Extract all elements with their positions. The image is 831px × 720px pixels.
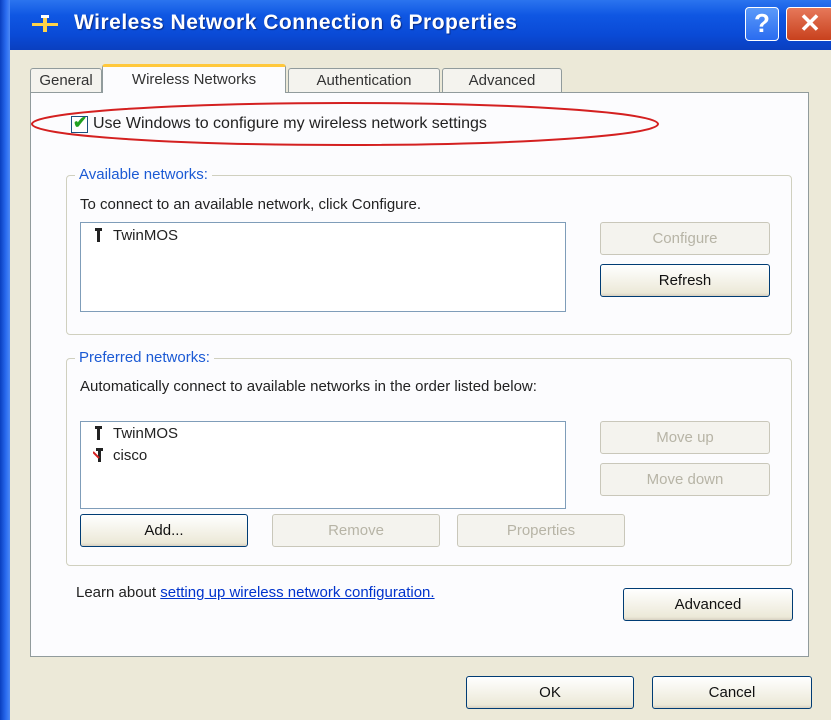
available-networks-title: Available networks: bbox=[75, 166, 212, 183]
learn-about-text: Learn about setting up wireless network … bbox=[76, 583, 496, 602]
check-mark-icon: ✔ bbox=[73, 113, 88, 132]
preferred-networks-title: Preferred networks: bbox=[75, 349, 214, 366]
cancel-button[interactable]: Cancel bbox=[652, 676, 812, 709]
refresh-button[interactable]: Refresh bbox=[600, 264, 770, 297]
window-title: Wireless Network Connection 6 Properties bbox=[74, 11, 518, 34]
network-connection-icon bbox=[32, 15, 58, 32]
setup-help-link[interactable]: setting up wireless network configuratio… bbox=[160, 584, 434, 601]
learn-about-prefix: Learn about bbox=[76, 584, 161, 601]
properties-dialog: Wireless Network Connection 6 Properties… bbox=[0, 0, 831, 720]
wireless-network-icon bbox=[93, 226, 105, 242]
properties-button[interactable]: Properties bbox=[457, 514, 625, 547]
list-item[interactable]: TwinMOS bbox=[93, 226, 178, 244]
list-item[interactable]: TwinMOS bbox=[93, 424, 178, 442]
use-windows-label: Use Windows to configure my wireless net… bbox=[93, 115, 487, 132]
unavailable-network-icon bbox=[92, 446, 105, 462]
tab-authentication[interactable]: Authentication bbox=[288, 68, 440, 92]
available-networks-description: To connect to an available network, clic… bbox=[80, 196, 422, 213]
help-button[interactable]: ? bbox=[745, 7, 779, 41]
move-up-button[interactable]: Move up bbox=[600, 421, 770, 454]
preferred-networks-group: Preferred networks: Automatically connec… bbox=[66, 349, 792, 566]
available-networks-group: Available networks: To connect to an ava… bbox=[66, 166, 792, 335]
preferred-networks-list[interactable]: TwinMOS cisco bbox=[80, 421, 566, 509]
title-bar[interactable]: Wireless Network Connection 6 Properties… bbox=[10, 0, 831, 50]
ok-button[interactable]: OK bbox=[466, 676, 634, 709]
network-name: TwinMOS bbox=[113, 227, 179, 244]
tab-general[interactable]: General bbox=[30, 68, 102, 92]
remove-button[interactable]: Remove bbox=[272, 514, 440, 547]
tab-wireless-networks[interactable]: Wireless Networks bbox=[102, 64, 286, 93]
wireless-network-icon bbox=[93, 424, 105, 440]
window-frame-left bbox=[0, 0, 10, 720]
add-button[interactable]: Add... bbox=[80, 514, 248, 547]
tab-advanced[interactable]: Advanced bbox=[442, 68, 562, 92]
advanced-button[interactable]: Advanced bbox=[623, 588, 793, 621]
wireless-networks-panel: ✔ Use Windows to configure my wireless n… bbox=[30, 92, 809, 657]
use-windows-checkbox[interactable]: ✔ bbox=[71, 113, 88, 133]
network-name: TwinMOS bbox=[113, 425, 179, 442]
configure-button[interactable]: Configure bbox=[600, 222, 770, 255]
available-networks-list[interactable]: TwinMOS bbox=[80, 222, 566, 312]
move-down-button[interactable]: Move down bbox=[600, 463, 770, 496]
list-item[interactable]: cisco bbox=[92, 446, 148, 464]
network-name: cisco bbox=[113, 447, 148, 464]
close-button[interactable]: ✕ bbox=[786, 7, 831, 41]
preferred-networks-description: Automatically connect to available netwo… bbox=[80, 378, 537, 395]
